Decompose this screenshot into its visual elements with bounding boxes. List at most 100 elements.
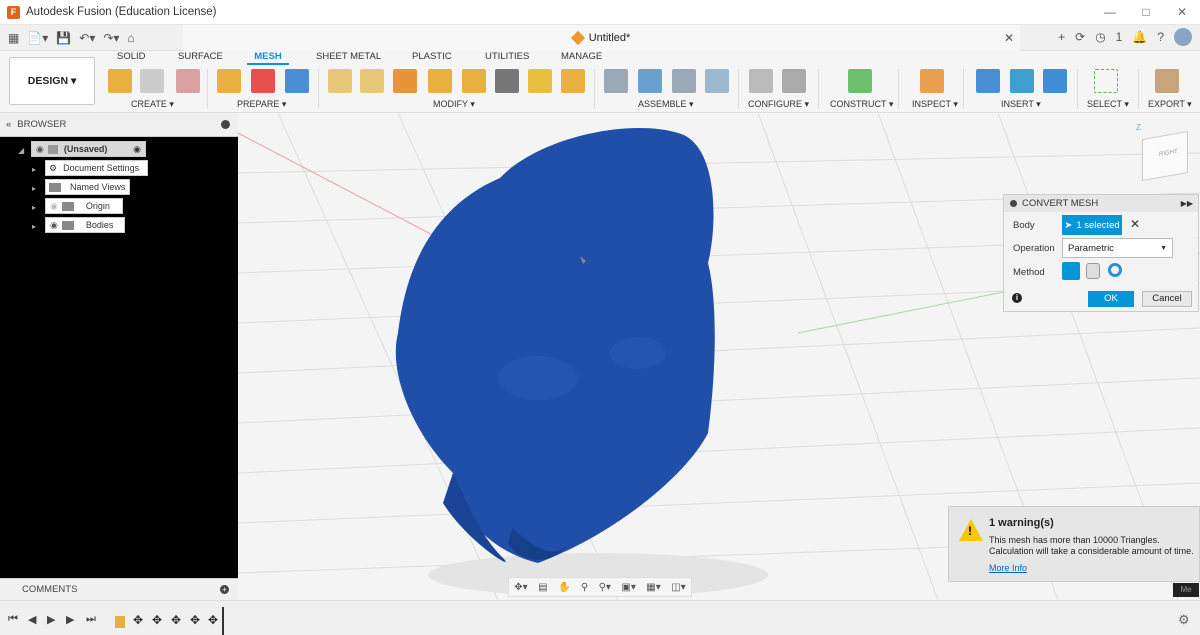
tree-item-bodies[interactable]: ◉ Bodies <box>45 217 125 233</box>
tree-item-origin[interactable]: ◉ Origin <box>45 198 123 214</box>
expand-arrow-icon[interactable]: ▸ <box>32 165 38 174</box>
timeline-move-feature-icon[interactable]: ✥ <box>133 613 143 627</box>
go-to-start-icon[interactable]: ⏮ <box>8 613 18 626</box>
mesh-section-tool-icon[interactable] <box>176 69 200 93</box>
tab-solid[interactable]: SOLID <box>117 51 146 62</box>
timeline-move-feature-icon[interactable]: ✥ <box>190 613 200 627</box>
expand-dialog-icon[interactable]: ▶▶ <box>1181 199 1193 208</box>
minimize-icon[interactable]: — <box>1092 0 1128 25</box>
tab-mesh[interactable]: MESH <box>247 51 289 65</box>
add-comment-icon[interactable]: + <box>220 585 229 594</box>
modify-shell-icon[interactable] <box>428 69 452 93</box>
help-icon[interactable]: ? <box>1157 30 1164 44</box>
grid-menu-icon[interactable]: ▦ <box>8 31 19 45</box>
step-back-icon[interactable]: ◀ <box>28 613 36 626</box>
as-built-joint-icon[interactable] <box>672 69 696 93</box>
save-icon[interactable]: 💾 <box>56 31 71 45</box>
tab-manage[interactable]: MANAGE <box>561 51 602 62</box>
workspace-switcher-button[interactable]: DESIGN ▾ <box>9 57 95 105</box>
body-selection-button[interactable]: ➤ 1 selected <box>1062 215 1122 235</box>
select-window-icon[interactable] <box>1094 69 1118 93</box>
timeline-move-feature-icon[interactable]: ✥ <box>152 613 162 627</box>
browser-header[interactable]: « BROWSER <box>0 113 238 137</box>
group-export[interactable]: EXPORT ▾ <box>1148 99 1192 110</box>
visibility-eye-icon[interactable]: ◉ <box>50 220 58 231</box>
browser-minimize-icon[interactable] <box>221 120 230 129</box>
redo-icon[interactable]: ↷▾ <box>103 31 119 45</box>
create-mesh-tool-icon[interactable] <box>108 69 132 93</box>
method-organic-button[interactable] <box>1108 263 1122 277</box>
convert-mesh-header[interactable]: CONVERT MESH ▶▶ <box>1004 195 1198 212</box>
more-info-link[interactable]: More Info <box>989 563 1027 573</box>
tab-utilities[interactable]: UTILITIES <box>485 51 529 62</box>
expand-arrow-icon[interactable]: ▸ <box>32 203 38 212</box>
go-to-end-icon[interactable]: ⏭ <box>86 613 96 626</box>
insert-canvas-icon[interactable] <box>1043 69 1067 93</box>
pan-hand-icon[interactable]: ✋ <box>558 582 570 593</box>
extensions-icon[interactable]: ⟳ <box>1075 30 1085 44</box>
tree-item-named-views[interactable]: Named Views <box>45 179 130 195</box>
step-forward-icon[interactable]: ▶ <box>66 613 74 626</box>
new-component-icon[interactable] <box>638 69 662 93</box>
play-icon[interactable]: ▶ <box>47 613 55 626</box>
configure-icon[interactable] <box>749 69 773 93</box>
orbit-icon[interactable]: ✥▾ <box>514 582 527 593</box>
modify-separate-icon[interactable] <box>360 69 384 93</box>
tree-item-document-settings[interactable]: ⚙ Document Settings <box>45 160 148 176</box>
close-tab-icon[interactable]: ✕ <box>1004 31 1014 45</box>
group-prepare[interactable]: PREPARE ▾ <box>237 99 286 110</box>
tab-surface[interactable]: SURFACE <box>178 51 223 62</box>
activate-radio-icon[interactable]: ◉ <box>133 144 141 155</box>
operation-select[interactable]: Parametric ▼ <box>1062 238 1173 258</box>
clear-selection-icon[interactable]: ✕ <box>1130 217 1140 231</box>
group-modify[interactable]: MODIFY ▾ <box>433 99 475 110</box>
tree-item-root[interactable]: ◉ (Unsaved) ◉ <box>31 141 146 157</box>
modify-reduce-icon[interactable] <box>393 69 417 93</box>
expand-arrow-icon[interactable]: ◢ <box>18 146 24 155</box>
visibility-eye-icon[interactable]: ◉ <box>36 144 44 155</box>
file-menu-icon[interactable]: 📄▾ <box>27 31 48 45</box>
info-icon[interactable]: i <box>1012 293 1022 303</box>
visibility-eye-icon[interactable]: ◉ <box>50 201 58 212</box>
viewports-icon[interactable]: ◫▾ <box>671 582 685 593</box>
modify-extra-icon[interactable] <box>561 69 585 93</box>
display-settings-icon[interactable]: ▣▾ <box>621 582 635 593</box>
ok-button[interactable]: OK <box>1088 291 1134 307</box>
assemble-table-icon[interactable] <box>705 69 729 93</box>
export-icon[interactable] <box>1155 69 1179 93</box>
mesh-head-model[interactable] <box>395 128 715 563</box>
zoom-icon[interactable]: ⚲ <box>581 582 588 593</box>
bell-icon[interactable]: 🔔 <box>1132 30 1147 44</box>
collapse-browser-icon[interactable]: « <box>6 119 11 130</box>
home-icon[interactable]: ⌂ <box>127 31 134 45</box>
view-cube[interactable]: RIGHT <box>1142 130 1188 182</box>
zoom-window-icon[interactable]: ⚲▾ <box>599 582 611 593</box>
timeline-marker[interactable] <box>222 607 224 635</box>
jobs-icon[interactable]: ◷ <box>1095 30 1105 44</box>
group-create[interactable]: CREATE ▾ <box>131 99 174 110</box>
new-tab-icon[interactable]: + <box>1058 30 1065 44</box>
document-tab[interactable]: Untitled* ✕ <box>183 25 1020 51</box>
remesh-tool-icon[interactable] <box>285 69 309 93</box>
repair-tool-icon[interactable] <box>251 69 275 93</box>
timeline-move-feature-icon[interactable]: ✥ <box>171 613 181 627</box>
prepare-tool-icon[interactable] <box>217 69 241 93</box>
tab-plastic[interactable]: PLASTIC <box>412 51 452 62</box>
timeline-move-feature-icon[interactable]: ✥ <box>208 613 218 627</box>
maximize-icon[interactable]: □ <box>1128 0 1164 25</box>
method-prismatic-button[interactable] <box>1086 263 1100 279</box>
modify-plane-cut-icon[interactable] <box>328 69 352 93</box>
modify-combine-icon[interactable] <box>462 69 486 93</box>
undo-icon[interactable]: ↶▾ <box>79 31 95 45</box>
look-at-icon[interactable]: ▤ <box>538 582 547 593</box>
group-construct[interactable]: CONSTRUCT ▾ <box>830 99 893 110</box>
insert-mesh-icon[interactable] <box>1010 69 1034 93</box>
timeline-settings-gear-icon[interactable]: ⚙ <box>1178 612 1190 628</box>
tab-sheet-metal[interactable]: SHEET METAL <box>316 51 381 62</box>
construct-plane-icon[interactable] <box>848 69 872 93</box>
avatar[interactable] <box>1174 28 1192 46</box>
method-faceted-button[interactable] <box>1062 262 1080 280</box>
group-configure[interactable]: CONFIGURE ▾ <box>748 99 809 110</box>
comments-panel[interactable]: COMMENTS + <box>0 578 238 600</box>
measure-icon[interactable] <box>920 69 944 93</box>
